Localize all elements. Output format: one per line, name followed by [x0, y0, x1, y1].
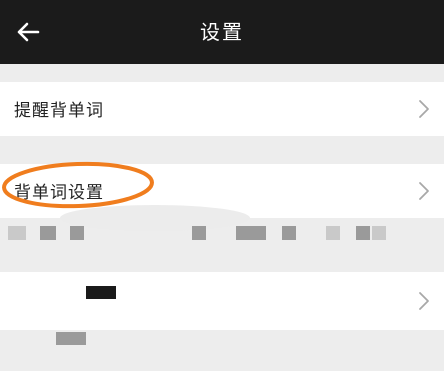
redaction-block — [356, 226, 370, 240]
page-title: 设置 — [200, 20, 244, 44]
redaction-smudge — [60, 205, 250, 231]
app-header: 设置 — [0, 0, 444, 64]
redaction-block — [70, 226, 84, 240]
chevron-right-icon — [419, 182, 429, 200]
redaction-block — [192, 226, 206, 240]
redaction-block — [372, 226, 386, 240]
redaction-block — [56, 332, 86, 345]
settings-item-redacted[interactable] — [0, 272, 444, 330]
redaction-block — [86, 286, 116, 299]
chevron-right-icon — [419, 292, 429, 310]
redaction-block — [326, 226, 340, 240]
redaction-block — [40, 226, 56, 240]
chevron-right-icon — [419, 100, 429, 118]
highlight-ring — [2, 161, 154, 209]
redaction-block — [236, 226, 266, 240]
settings-item-reminder[interactable]: 提醒背单词 — [0, 82, 444, 136]
redaction-block — [8, 226, 26, 240]
redaction-block — [282, 226, 296, 240]
settings-item-label: 提醒背单词 — [14, 101, 104, 121]
